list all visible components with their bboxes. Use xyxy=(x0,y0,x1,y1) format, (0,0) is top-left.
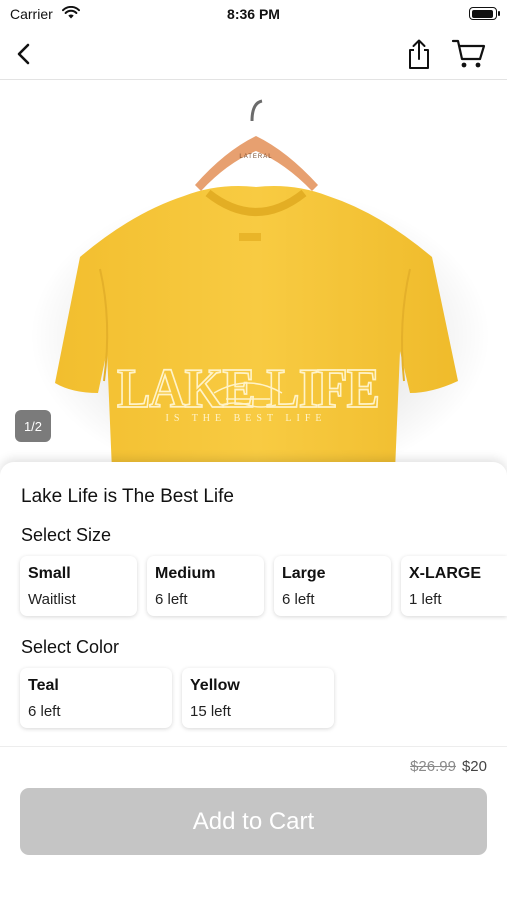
clock: 8:36 PM xyxy=(227,6,280,22)
shirt-print-subtitle: IS THE BEST LIFE xyxy=(165,413,326,424)
product-title: Lake Life is The Best Life xyxy=(21,486,234,507)
share-icon xyxy=(409,39,429,69)
sale-price: $20 xyxy=(461,758,487,775)
price-row: $26.99 $20 xyxy=(410,758,487,775)
size-name: Small xyxy=(28,565,71,582)
size-option-x-large[interactable]: X-LARGE 1 left xyxy=(401,556,507,616)
size-name: X-LARGE xyxy=(409,565,481,582)
add-to-cart-button[interactable]: Add to Cart xyxy=(20,788,487,855)
navigation-bar xyxy=(0,28,507,80)
back-button[interactable] xyxy=(6,36,42,72)
color-option-teal[interactable]: Teal 6 left xyxy=(20,668,172,728)
size-name: Medium xyxy=(155,565,216,582)
hanger xyxy=(195,136,318,191)
product-image[interactable]: LATERAL LAKE LIFE IS THE BEST LIFE xyxy=(0,81,507,471)
color-name: Teal xyxy=(28,677,59,694)
size-stock: 1 left xyxy=(409,591,442,608)
color-stock: 15 left xyxy=(190,703,231,720)
back-icon xyxy=(17,43,30,65)
cart-icon xyxy=(451,39,486,68)
size-name: Large xyxy=(282,565,326,582)
original-price: $26.99 xyxy=(410,758,456,775)
size-stock: 6 left xyxy=(155,591,188,608)
cart-button[interactable] xyxy=(451,36,487,72)
color-stock: 6 left xyxy=(28,703,61,720)
shirt-print-title: LAKE LIFE xyxy=(117,358,379,419)
divider xyxy=(0,746,507,747)
color-section-label: Select Color xyxy=(21,637,120,657)
size-option-medium[interactable]: Medium 6 left xyxy=(147,556,264,616)
color-name: Yellow xyxy=(190,677,240,694)
color-option-yellow[interactable]: Yellow 15 left xyxy=(182,668,334,728)
image-page-indicator: 1/2 xyxy=(15,410,51,442)
status-bar: Carrier 8:36 PM xyxy=(0,0,507,28)
size-stock: Waitlist xyxy=(28,591,76,608)
size-section-label: Select Size xyxy=(21,525,112,545)
battery-icon xyxy=(469,7,500,20)
hanger-brand: LATERAL xyxy=(239,154,272,160)
size-option-large[interactable]: Large 6 left xyxy=(274,556,391,616)
share-button[interactable] xyxy=(401,36,437,72)
product-detail-sheet: Lake Life is The Best Life Select Size S… xyxy=(0,462,507,900)
size-option-small[interactable]: Small Waitlist xyxy=(20,556,137,616)
size-stock: 6 left xyxy=(282,591,315,608)
